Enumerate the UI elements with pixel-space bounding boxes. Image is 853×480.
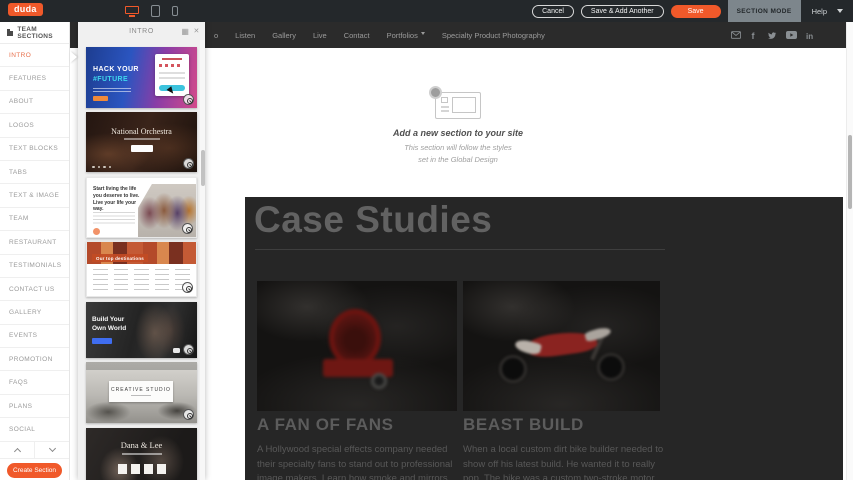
mobile-icon <box>172 6 178 16</box>
nav-item-live[interactable]: Live <box>313 31 327 40</box>
sidebar-item-text-image[interactable]: TEXT & IMAGE <box>0 184 69 207</box>
duda-editor: o Listen Gallery Live Contact Portfolios… <box>0 0 853 480</box>
nav-item-listen[interactable]: Listen <box>235 31 255 40</box>
sidebar-item-about[interactable]: ABOUT <box>0 91 69 114</box>
orange-dot-button <box>93 228 100 235</box>
chevron-down-icon <box>48 445 55 452</box>
sidebar-item-promotion[interactable]: PROMOTION <box>0 348 69 371</box>
sidebar-item-gallery[interactable]: GALLERY <box>0 301 69 324</box>
nav-item-gallery[interactable]: Gallery <box>272 31 296 40</box>
svg-text:f: f <box>752 31 756 40</box>
placeholder-subtitle: This section will follow the styles set … <box>328 142 588 165</box>
fan-machine-image <box>257 281 457 411</box>
grid-view-icon[interactable]: ▦ <box>181 27 189 36</box>
thumb-button <box>131 145 153 152</box>
case-studies-section[interactable]: Case Studies A FAN OF FANS BEAST BUILD A… <box>245 197 843 480</box>
main-scrollbar-thumb[interactable] <box>848 135 852 209</box>
nav-item-clipped[interactable]: o <box>214 31 218 40</box>
sidebar-item-features[interactable]: FEATURES <box>0 67 69 90</box>
sidebar-item-restaurant[interactable]: RESTAURANT <box>0 231 69 254</box>
mobile-device-button[interactable] <box>172 6 178 16</box>
zoom-preview-icon[interactable] <box>182 223 193 234</box>
card-body-beast-build: When a local custom dirt bike builder ne… <box>463 443 675 480</box>
desktop-icon <box>125 6 139 14</box>
sections-sidebar: TEAM SECTIONS INTRO FEATURES ABOUT LOGOS… <box>0 22 70 480</box>
sidebar-item-events[interactable]: EVENTS <box>0 325 69 348</box>
twitter-icon[interactable] <box>767 31 777 40</box>
card-body-fan-of-fans: A Hollywood special effects company need… <box>257 443 459 480</box>
desktop-device-button[interactable] <box>125 6 139 17</box>
nav-item-contact[interactable]: Contact <box>344 31 370 40</box>
panel-scrollbar[interactable] <box>200 40 205 480</box>
placeholder-title: Add a new section to your site <box>328 128 588 138</box>
section-thumbnail-dana-and-lee[interactable]: Dana & Lee <box>86 428 197 480</box>
section-thumbnail-creative-studio[interactable]: CREATIVE STUDIO <box>86 362 197 423</box>
close-icon[interactable]: ✕ <box>194 27 200 35</box>
signup-card <box>155 54 189 96</box>
tablet-icon <box>151 5 160 17</box>
sidebar-item-testimonials[interactable]: TESTIMONIALS <box>0 255 69 278</box>
youtube-icon[interactable] <box>786 31 797 39</box>
linkedin-icon[interactable]: in <box>806 31 816 40</box>
create-section-button[interactable]: Create Section <box>7 463 62 478</box>
section-thumbnail-hack-your-future[interactable]: HACK YOUR #FUTURE <box>86 47 197 108</box>
sidebar-item-team[interactable]: TEAM <box>0 208 69 231</box>
section-thumbnail-live-your-way[interactable]: Start living the life you deserve to liv… <box>86 177 197 238</box>
case-studies-heading: Case Studies <box>254 199 492 241</box>
heading-divider <box>255 249 665 250</box>
section-thumbnail-national-orchestra[interactable]: National Orchestra <box>86 112 197 172</box>
sidebar-item-plans[interactable]: PLANS <box>0 395 69 418</box>
chevron-down-icon <box>837 9 843 16</box>
sidebar-item-text-blocks[interactable]: TEXT BLOCKS <box>0 138 69 161</box>
duda-logo[interactable]: duda <box>8 3 43 16</box>
zoom-preview-icon[interactable] <box>182 282 193 293</box>
thumb-button <box>92 338 112 344</box>
countdown-boxes <box>86 464 197 474</box>
sidebar-item-contact-us[interactable]: CONTACT US <box>0 278 69 301</box>
intro-sections-panel: INTRO ▦ ✕ HACK YOUR #FUTURE National Orc… <box>78 22 205 480</box>
chevron-down-icon <box>421 32 425 37</box>
main-scrollbar[interactable] <box>846 22 853 480</box>
active-item-notch <box>70 51 83 63</box>
section-thumbnail-build-your-own-world[interactable]: Build Your Own World <box>86 302 197 358</box>
save-button[interactable]: Save <box>671 5 721 18</box>
help-menu[interactable]: Help <box>808 6 847 16</box>
editor-topbar: duda Cancel Save & Add Another Save SECT… <box>0 0 853 22</box>
facebook-icon[interactable]: f <box>750 31 758 40</box>
sidebar-item-intro[interactable]: INTRO <box>0 44 69 67</box>
chat-bubble-icon <box>173 348 180 353</box>
studio-card: CREATIVE STUDIO <box>109 381 173 402</box>
scroll-up-button[interactable] <box>0 442 35 458</box>
chevron-up-icon <box>13 448 20 455</box>
email-icon[interactable] <box>731 31 741 39</box>
panel-scrollbar-thumb[interactable] <box>201 150 205 186</box>
sidebar-item-faqs[interactable]: FAQS <box>0 371 69 394</box>
zoom-preview-icon[interactable] <box>183 94 194 105</box>
cancel-button[interactable]: Cancel <box>532 5 574 18</box>
card-title-beast-build: BEAST BUILD <box>463 415 584 435</box>
sidebar-item-social[interactable]: SOCIAL <box>0 418 69 441</box>
sidebar-header: TEAM SECTIONS <box>0 22 69 44</box>
card-title-fan-of-fans: A FAN OF FANS <box>257 415 394 435</box>
folder-icon <box>7 31 13 36</box>
zoom-preview-icon[interactable] <box>183 158 194 169</box>
zoom-preview-icon[interactable] <box>183 344 194 355</box>
panel-title: INTRO <box>129 28 154 35</box>
save-add-another-button[interactable]: Save & Add Another <box>581 5 664 18</box>
nav-item-specialty[interactable]: Specialty Product Photography <box>442 31 545 40</box>
svg-text:in: in <box>806 32 813 40</box>
dirt-bike-image <box>463 281 660 411</box>
add-section-icon <box>435 92 481 119</box>
section-mode-badge: SECTION MODE <box>728 0 801 22</box>
sidebar-item-logos[interactable]: LOGOS <box>0 114 69 137</box>
nav-item-portfolios[interactable]: Portfolios <box>387 31 425 40</box>
tablet-device-button[interactable] <box>151 5 160 17</box>
section-thumbnail-top-destinations[interactable]: Our top destinations <box>86 241 197 297</box>
scroll-down-button[interactable] <box>35 442 69 458</box>
sidebar-item-tabs[interactable]: TABS <box>0 161 69 184</box>
zoom-preview-icon[interactable] <box>183 409 194 420</box>
